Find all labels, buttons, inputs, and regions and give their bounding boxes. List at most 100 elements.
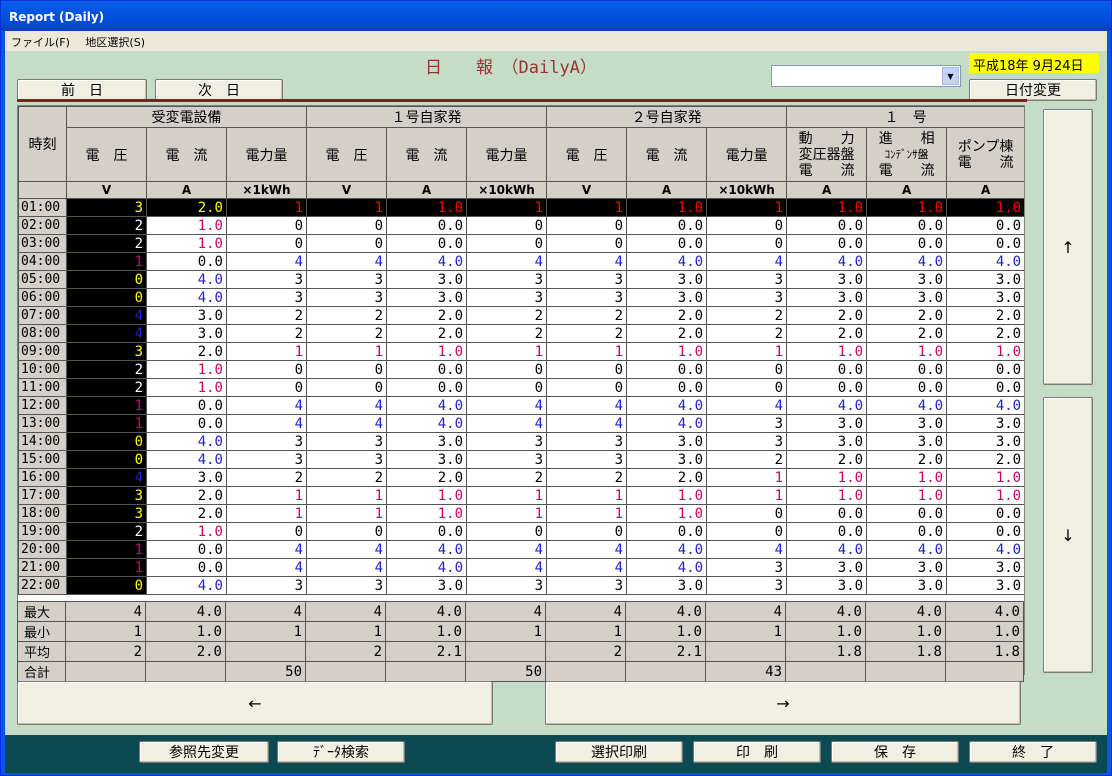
value-cell: 2 <box>225 306 308 325</box>
value-cell: 1.0 <box>146 234 227 253</box>
report-grid[interactable]: 時刻 受変電設備 １号自家発 ２号自家発 １ 号 電 圧 電 流 電力量 電 圧… <box>17 105 1025 675</box>
value-cell: 0.0 <box>146 252 227 271</box>
scroll-up-button[interactable]: ↑ <box>1043 109 1093 385</box>
value-cell: 4 <box>546 540 628 559</box>
summary-cell: 2.1 <box>385 641 466 662</box>
value-cell: 0.0 <box>786 234 868 253</box>
prev-day-button[interactable]: 前 日 <box>17 79 147 101</box>
value-cell: 0.0 <box>866 504 948 523</box>
time-cell: 07:00 <box>18 306 67 325</box>
value-cell: 4 <box>546 252 628 271</box>
unit-label: A <box>386 181 468 199</box>
summary-cell: 4 <box>225 601 306 622</box>
scroll-down-button[interactable]: ↓ <box>1043 397 1093 673</box>
table-row[interactable]: 06:00 0 4.0 3 3 3.0 3 3 3.0 3 3.0 3.0 3.0 <box>18 288 1024 307</box>
area-select[interactable]: ▼ <box>771 65 961 87</box>
value-cell: 1.0 <box>866 486 948 505</box>
table-row[interactable]: 02:00 2 1.0 0 0 0.0 0 0 0.0 0 0.0 0.0 0.0 <box>18 216 1024 235</box>
value-cell: 3.0 <box>146 468 227 487</box>
chevron-down-icon[interactable]: ▼ <box>942 67 959 85</box>
value-cell: 4 <box>306 414 388 433</box>
save-button[interactable]: 保 存 <box>831 741 959 763</box>
table-row[interactable]: 01:00 3 2.0 1 1 1.0 1 1 1.0 1 1.0 1.0 1.0 <box>18 198 1024 217</box>
select-print-button[interactable]: 選択印刷 <box>555 741 683 763</box>
table-row[interactable]: 05:00 0 4.0 3 3 3.0 3 3 3.0 3 3.0 3.0 3.0 <box>18 270 1024 289</box>
col-header: 電 流 <box>386 127 468 182</box>
value-cell: 0.0 <box>386 378 468 397</box>
time-cell: 11:00 <box>18 378 67 397</box>
col-header-power-transformer: 動 力 変圧器盤 電 流 <box>786 127 868 182</box>
value-cell: 2 <box>466 468 548 487</box>
value-cell: 3 <box>306 432 388 451</box>
value-cell: 1.0 <box>866 468 948 487</box>
table-row[interactable]: 15:00 0 4.0 3 3 3.0 3 3 3.0 2 2.0 2.0 2.0 <box>18 450 1024 469</box>
summary-cell: 4 <box>705 601 786 622</box>
value-cell: 0.0 <box>946 234 1024 253</box>
value-cell: 3 <box>466 270 548 289</box>
value-cell: 2 <box>225 324 308 343</box>
value-cell: 4 <box>66 324 147 343</box>
scroll-right-button[interactable]: → <box>545 681 1021 725</box>
value-cell: 0.0 <box>786 378 868 397</box>
value-cell: 1 <box>225 486 308 505</box>
exit-button[interactable]: 終 了 <box>969 741 1097 763</box>
table-row[interactable]: 09:00 3 2.0 1 1 1.0 1 1 1.0 1 1.0 1.0 1.0 <box>18 342 1024 361</box>
value-cell: 3.0 <box>786 270 868 289</box>
table-row[interactable]: 11:00 2 1.0 0 0 0.0 0 0 0.0 0 0.0 0.0 0.0 <box>18 378 1024 397</box>
value-cell: 1 <box>225 504 308 523</box>
table-row[interactable]: 07:00 4 3.0 2 2 2.0 2 2 2.0 2 2.0 2.0 2.0 <box>18 306 1024 325</box>
table-row[interactable]: 19:00 2 1.0 0 0 0.0 0 0 0.0 0 0.0 0.0 0.0 <box>18 522 1024 541</box>
table-row[interactable]: 04:00 1 0.0 4 4 4.0 4 4 4.0 4 4.0 4.0 4.0 <box>18 252 1024 271</box>
summary-cell <box>785 661 866 682</box>
table-row[interactable]: 22:00 0 4.0 3 3 3.0 3 3 3.0 3 3.0 3.0 3.0 <box>18 576 1024 595</box>
table-row[interactable]: 14:00 0 4.0 3 3 3.0 3 3 3.0 3 3.0 3.0 3.0 <box>18 432 1024 451</box>
table-row[interactable]: 16:00 4 3.0 2 2 2.0 2 2 2.0 1 1.0 1.0 1.0 <box>18 468 1024 487</box>
value-cell: 1.0 <box>386 504 468 523</box>
value-cell: 3.0 <box>946 432 1024 451</box>
table-row[interactable]: 18:00 3 2.0 1 1 1.0 1 1 1.0 0 0.0 0.0 0.0 <box>18 504 1024 523</box>
table-row[interactable]: 10:00 2 1.0 0 0 0.0 0 0 0.0 0 0.0 0.0 0.0 <box>18 360 1024 379</box>
value-cell: 3 <box>706 270 788 289</box>
data-search-button[interactable]: ﾃﾞｰﾀ検索 <box>277 741 405 763</box>
value-cell: 0 <box>546 360 628 379</box>
scroll-left-button[interactable]: ← <box>17 681 493 725</box>
value-cell: 1 <box>225 198 308 217</box>
value-cell: 3 <box>466 432 548 451</box>
value-cell: 1 <box>66 252 147 271</box>
print-button[interactable]: 印 刷 <box>693 741 821 763</box>
table-row[interactable]: 08:00 4 3.0 2 2 2.0 2 2 2.0 2 2.0 2.0 2.0 <box>18 324 1024 343</box>
value-cell: 1.0 <box>946 468 1024 487</box>
summary-cell: 1 <box>705 621 786 642</box>
value-cell: 2 <box>546 324 628 343</box>
summary-row: 最小 1 1.0 1 1 1.0 1 1 1.0 1 1.0 1.0 1.0 <box>17 621 1024 642</box>
value-cell: 4 <box>225 252 308 271</box>
value-cell: 3 <box>306 288 388 307</box>
unit-label: A <box>626 181 708 199</box>
table-row[interactable]: 20:00 1 0.0 4 4 4.0 4 4 4.0 4 4.0 4.0 4.0 <box>18 540 1024 559</box>
value-cell: 4.0 <box>626 396 708 415</box>
value-cell: 1.0 <box>946 342 1024 361</box>
value-cell: 3 <box>306 270 388 289</box>
value-cell: 0.0 <box>866 216 948 235</box>
value-cell: 2 <box>706 306 788 325</box>
value-cell: 3 <box>66 504 147 523</box>
summary-cell: 43 <box>705 661 786 682</box>
next-day-button[interactable]: 次 日 <box>155 79 283 101</box>
value-cell: 3.0 <box>946 270 1024 289</box>
change-ref-button[interactable]: 参照先変更 <box>139 741 269 763</box>
change-date-button[interactable]: 日付変更 <box>969 79 1097 101</box>
value-cell: 4 <box>306 396 388 415</box>
value-cell: 0.0 <box>386 522 468 541</box>
table-row[interactable]: 17:00 3 2.0 1 1 1.0 1 1 1.0 1 1.0 1.0 1.0 <box>18 486 1024 505</box>
table-row[interactable]: 13:00 1 0.0 4 4 4.0 4 4 4.0 3 3.0 3.0 3.0 <box>18 414 1024 433</box>
table-row[interactable]: 03:00 2 1.0 0 0 0.0 0 0 0.0 0 0.0 0.0 0.0 <box>18 234 1024 253</box>
table-row[interactable]: 21:00 1 0.0 4 4 4.0 4 4 4.0 3 3.0 3.0 3.0 <box>18 558 1024 577</box>
table-row[interactable]: 12:00 1 0.0 4 4 4.0 4 4 4.0 4 4.0 4.0 4.0 <box>18 396 1024 415</box>
menu-area-select[interactable]: 地区選択(S) <box>79 31 151 50</box>
value-cell: 1 <box>706 486 788 505</box>
value-cell: 2 <box>225 468 308 487</box>
value-cell: 3 <box>706 414 788 433</box>
value-cell: 3.0 <box>946 414 1024 433</box>
summary-cell: 1.8 <box>945 641 1024 662</box>
menu-file[interactable]: ファイル(F) <box>5 31 76 50</box>
